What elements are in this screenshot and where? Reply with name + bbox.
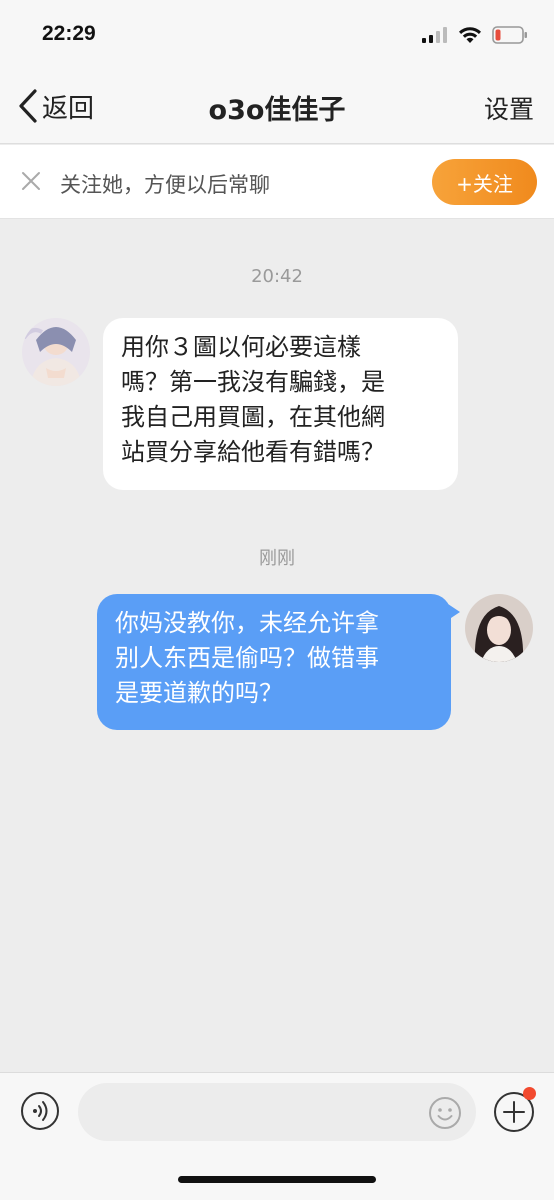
chat-screen: 22:29 返回 o3o佳佳子 设置 关注她，方便以后常聊 +关注 20:42 … [0, 0, 554, 1200]
page-title: o3o佳佳子 [208, 95, 346, 126]
follow-banner: 关注她，方便以后常聊 +关注 [0, 145, 554, 219]
home-indicator [178, 1176, 376, 1183]
follow-button[interactable]: +关注 [432, 159, 537, 205]
message-timestamp: 刚刚 [259, 548, 295, 569]
message-input[interactable] [78, 1083, 476, 1141]
message-timestamp: 20:42 [251, 266, 303, 287]
avatar-image-icon [465, 594, 533, 662]
incoming-message-bubble[interactable]: 用你３圖以何必要這樣 嗎？第一我沒有騙錢，是 我自己用買圖，在其他網 站買分享給… [103, 318, 458, 490]
battery-icon [492, 26, 527, 44]
message-line: 别人东西是偷吗？做错事 [115, 644, 379, 672]
avatar[interactable] [22, 318, 90, 386]
message-line: 用你３圖以何必要這樣 [121, 333, 361, 361]
avatar[interactable] [465, 594, 533, 662]
message-line: 是要道歉的吗？ [115, 679, 283, 707]
avatar-image-icon [22, 318, 90, 386]
settings-button[interactable]: 设置 [484, 90, 534, 126]
status-icons [422, 24, 528, 46]
nav-bar: 返回 o3o佳佳子 设置 [0, 70, 554, 144]
message-line: 我自己用買圖，在其他網 [121, 403, 385, 431]
status-bar: 22:29 [0, 0, 554, 70]
message-line: 站買分享給他看有錯嗎？ [121, 438, 385, 466]
outgoing-message-bubble[interactable]: 你妈没教你，未经允许拿 别人东西是偷吗？做错事 是要道歉的吗？ [97, 594, 460, 730]
emoji-icon[interactable] [428, 1096, 462, 1130]
voice-icon[interactable] [20, 1091, 60, 1131]
follow-prompt-text: 关注她，方便以后常聊 [60, 173, 270, 197]
status-time: 22:29 [42, 22, 96, 45]
wifi-icon [459, 27, 481, 43]
notification-dot [523, 1087, 536, 1100]
close-icon[interactable] [20, 170, 42, 192]
cellular-signal-icon [422, 27, 447, 43]
message-line: 嗎？第一我沒有騙錢，是 [121, 368, 385, 396]
message-line: 你妈没教你，未经允许拿 [115, 609, 379, 637]
